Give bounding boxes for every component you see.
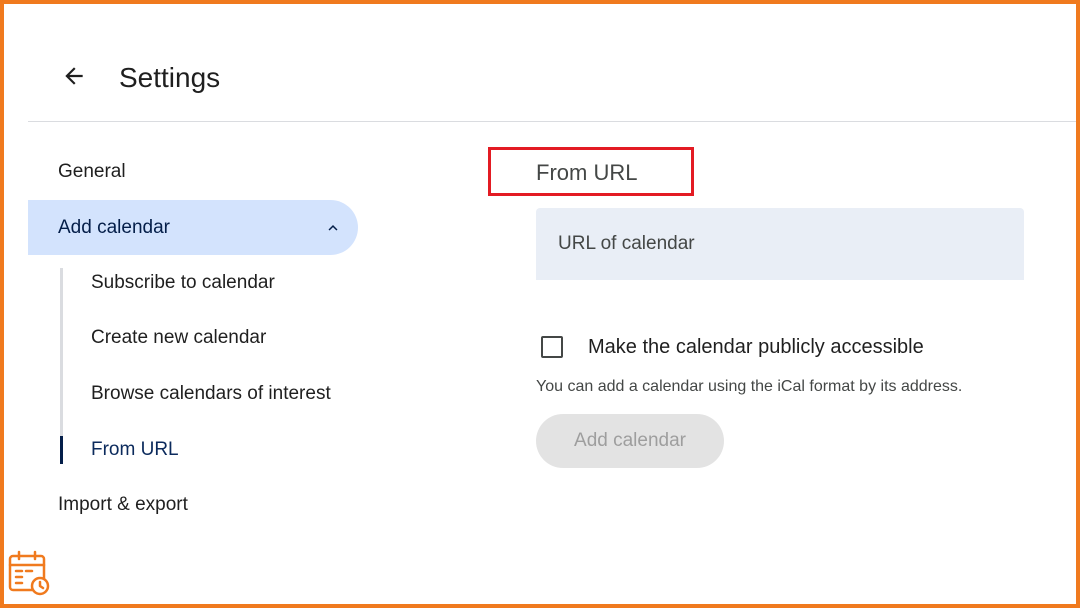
settings-header: Settings xyxy=(0,0,1080,122)
subnav-tree-line xyxy=(60,268,63,464)
arrow-left-icon xyxy=(65,67,83,85)
sidebar-item-subscribe[interactable]: Subscribe to calendar xyxy=(91,270,275,296)
public-checkbox-label[interactable]: Make the calendar publicly accessible xyxy=(588,334,924,360)
sidebar-item-general[interactable]: General xyxy=(58,159,126,185)
sidebar-item-from-url[interactable]: From URL xyxy=(91,437,179,463)
chevron-up-icon xyxy=(322,217,344,239)
back-button[interactable] xyxy=(54,56,94,96)
url-input[interactable] xyxy=(536,208,1024,280)
add-calendar-button[interactable]: Add calendar xyxy=(536,414,724,468)
calendar-clock-icon xyxy=(8,550,50,596)
sidebar-item-add-calendar[interactable]: Add calendar xyxy=(28,200,358,255)
public-checkbox[interactable] xyxy=(541,336,563,358)
helper-text: You can add a calendar using the iCal fo… xyxy=(536,378,963,395)
section-title: From URL xyxy=(536,160,638,185)
sidebar-item-import-export[interactable]: Import & export xyxy=(58,492,188,518)
sidebar-item-browse[interactable]: Browse calendars of interest xyxy=(91,381,331,407)
header-divider xyxy=(28,121,1076,122)
page-title: Settings xyxy=(119,62,221,93)
subnav-active-indicator xyxy=(60,436,63,464)
sidebar-item-label: Add calendar xyxy=(58,217,170,238)
sidebar-item-create-new[interactable]: Create new calendar xyxy=(91,325,266,351)
